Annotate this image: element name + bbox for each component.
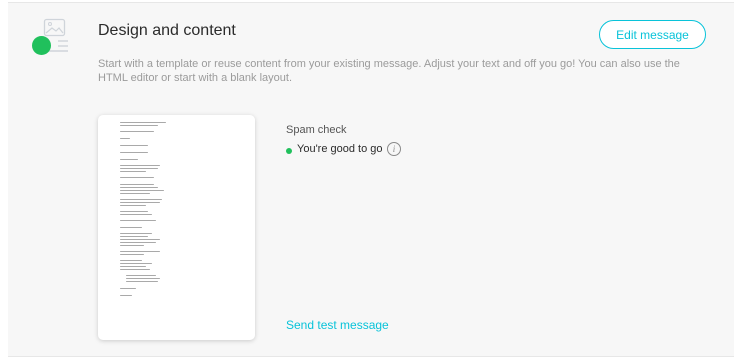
section-title: Design and content	[98, 22, 236, 39]
send-test-message-link[interactable]: Send test message	[286, 318, 389, 332]
status-ok-icon	[286, 148, 292, 154]
preview-content	[98, 115, 255, 340]
section-description: Start with a template or reuse content f…	[98, 58, 680, 84]
message-preview-thumbnail[interactable]	[98, 115, 255, 340]
spam-check-title: Spam check	[286, 124, 347, 136]
edit-message-button[interactable]: Edit message	[599, 20, 706, 49]
spam-check-status: You're good to go	[297, 143, 383, 155]
info-icon[interactable]: i	[387, 142, 401, 156]
completed-status-icon	[32, 36, 51, 55]
design-content-panel: Design and content Edit message Start wi…	[8, 2, 734, 357]
